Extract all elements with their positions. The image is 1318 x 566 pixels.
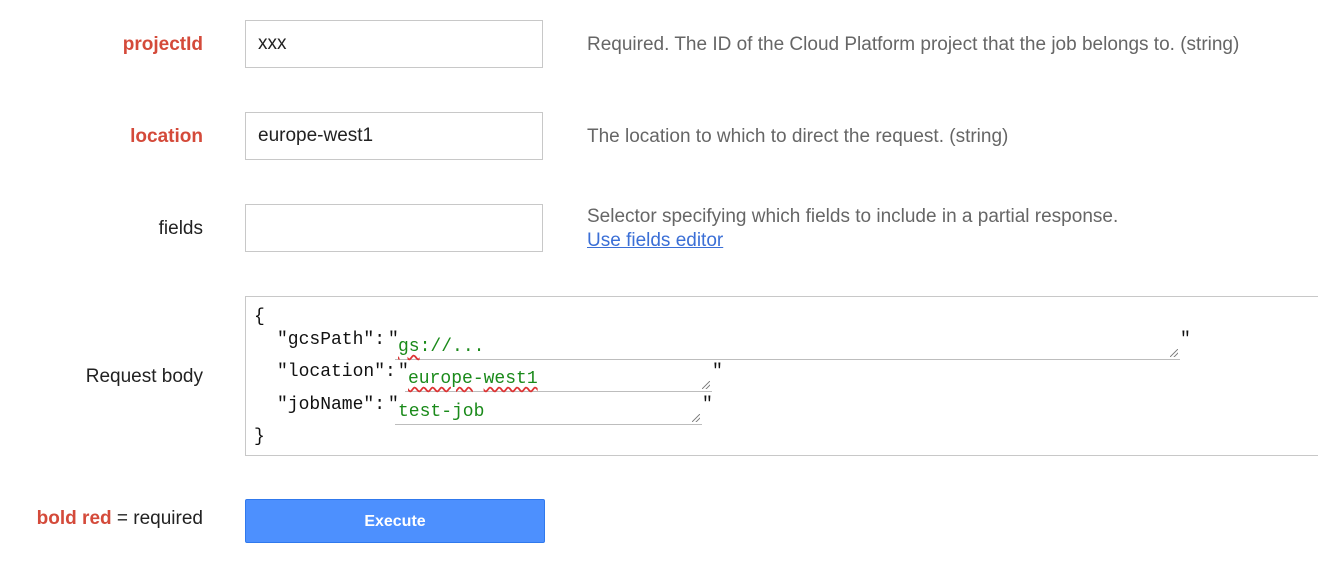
gcsPath-value-rest: ://... bbox=[419, 337, 485, 357]
execute-button[interactable]: Execute bbox=[245, 499, 545, 543]
json-close-brace: } bbox=[254, 427, 265, 447]
jobName-value: test-job bbox=[398, 402, 485, 422]
resize-handle-icon[interactable] bbox=[1170, 349, 1178, 357]
gcsPath-value-prefix: gs bbox=[398, 337, 420, 357]
request-body-editor: { "gcsPath": " gs://... " "location": " … bbox=[245, 296, 1318, 456]
json-key-location: "location": bbox=[277, 362, 396, 382]
gcsPath-value-field[interactable]: gs://... bbox=[395, 334, 1180, 360]
location-description: The location to which to direct the requ… bbox=[587, 126, 1009, 147]
legend-bold-red: bold red bbox=[36, 508, 112, 529]
location-value-word2: west1 bbox=[483, 369, 538, 389]
location-input[interactable]: europe-west1 bbox=[245, 112, 543, 160]
json-key-jobName: "jobName": bbox=[277, 395, 386, 415]
json-quote-close: " bbox=[712, 362, 723, 382]
projectId-input[interactable]: xxx bbox=[245, 20, 543, 68]
projectId-description: Required. The ID of the Cloud Platform p… bbox=[587, 34, 1240, 55]
json-key-gcsPath: "gcsPath": bbox=[277, 330, 386, 350]
projectId-label: projectId bbox=[122, 34, 203, 55]
request-body-label: Request body bbox=[85, 366, 203, 387]
location-value-word1: europe bbox=[408, 369, 473, 389]
resize-handle-icon[interactable] bbox=[702, 381, 710, 389]
fields-editor-link[interactable]: Use fields editor bbox=[587, 230, 723, 251]
fields-description-text: Selector specifying which fields to incl… bbox=[587, 206, 1119, 227]
location-value-dash: - bbox=[472, 369, 484, 389]
json-quote-close: " bbox=[702, 395, 713, 415]
fields-input[interactable] bbox=[245, 204, 543, 252]
json-open-brace: { bbox=[254, 307, 265, 327]
legend-required-text: = required bbox=[111, 508, 203, 529]
location-label: location bbox=[130, 126, 203, 147]
location-value-field[interactable]: europe-west1 bbox=[405, 366, 712, 392]
fields-label: fields bbox=[158, 218, 203, 239]
required-legend: bold red = required bbox=[0, 508, 203, 530]
jobName-value-field[interactable]: test-job bbox=[395, 399, 702, 425]
json-quote-close: " bbox=[1180, 330, 1191, 350]
fields-description: Selector specifying which fields to incl… bbox=[587, 205, 1118, 253]
resize-handle-icon[interactable] bbox=[692, 414, 700, 422]
